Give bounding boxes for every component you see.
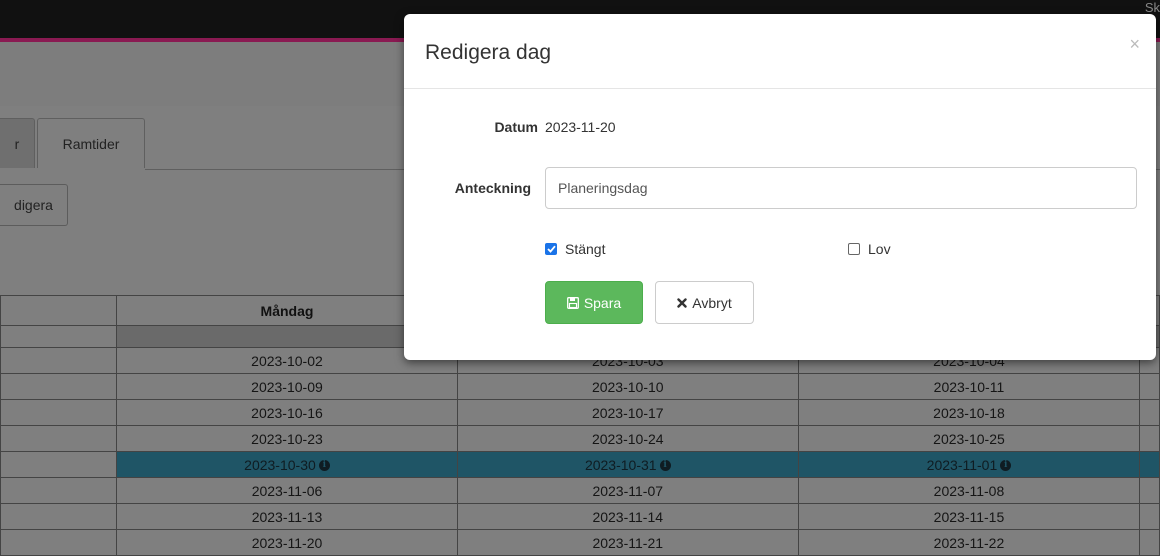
- date-text: 2023-10-25: [933, 430, 1005, 447]
- close-icon[interactable]: ×: [1129, 34, 1140, 55]
- date-text: 2023-10-23: [251, 430, 323, 447]
- x-icon: [677, 297, 687, 308]
- date-value: 2023-11-20: [545, 119, 616, 135]
- table-cell[interactable]: 2023-10-30 i: [116, 451, 458, 478]
- table-row: 2023-11-06 2023-11-07 2023-11-08: [0, 477, 1160, 504]
- table-cell[interactable]: 2023-10-18: [797, 399, 1141, 426]
- date-label: Datum: [494, 119, 538, 135]
- table-cell[interactable]: 2023-11-01 i: [797, 451, 1141, 478]
- modal-title: Redigera dag: [425, 41, 552, 64]
- table-row: 2023-10-23 2023-10-24 2023-10-25: [0, 425, 1160, 452]
- date-text: 2023-11-22: [933, 534, 1005, 551]
- table-cell: [1139, 399, 1160, 426]
- table-cell[interactable]: 2023-10-23: [116, 425, 458, 452]
- table-cell[interactable]: 2023-11-22: [797, 529, 1141, 556]
- tab-ramtider[interactable]: Ramtider: [37, 118, 145, 168]
- table-cell: [0, 451, 118, 478]
- table-row: 2023-11-20 2023-11-21 2023-11-22: [0, 529, 1160, 556]
- table-cell[interactable]: 2023-11-06: [116, 477, 458, 504]
- cancel-button[interactable]: Avbryt: [655, 281, 754, 324]
- checkbox-checked-icon[interactable]: [545, 243, 557, 255]
- table-cell: [0, 503, 118, 530]
- table-cell[interactable]: 2023-11-15: [797, 503, 1141, 530]
- date-text: 2023-10-16: [251, 404, 323, 421]
- table-cell[interactable]: 2023-10-25: [797, 425, 1141, 452]
- leave-label: Lov: [868, 241, 891, 257]
- date-text: 2023-11-20: [251, 534, 323, 551]
- checkbox-unchecked-icon[interactable]: [848, 243, 860, 255]
- table-cell[interactable]: 2023-11-20: [116, 529, 458, 556]
- date-text: 2023-11-14: [592, 508, 664, 525]
- date-text: 2023-10-31: [584, 456, 657, 473]
- date-text: 2023-10-18: [933, 404, 1005, 421]
- table-row: 2023-10-09 2023-10-10 2023-10-11: [0, 373, 1160, 400]
- table-cell: [0, 477, 118, 504]
- table-cell[interactable]: 2023-10-11: [797, 373, 1141, 400]
- table-cell[interactable]: 2023-10-09: [116, 373, 458, 400]
- table-row: 2023-10-16 2023-10-17 2023-10-18: [0, 399, 1160, 426]
- date-text: 2023-10-09: [251, 378, 323, 395]
- table-cell[interactable]: 2023-11-07: [456, 477, 799, 504]
- cancel-label: Avbryt: [692, 294, 732, 311]
- date-text: 2023-11-13: [251, 508, 323, 525]
- date-text: 2023-11-21: [592, 534, 664, 551]
- info-icon[interactable]: i: [318, 460, 330, 472]
- date-text: 2023-11-15: [933, 508, 1005, 525]
- date-text: 2023-11-01: [926, 456, 998, 473]
- table-cell[interactable]: 2023-10-16: [116, 399, 458, 426]
- table-cell: [0, 373, 118, 400]
- topbar-user-link[interactable]: Sk: [1145, 0, 1160, 15]
- table-cell: [1139, 529, 1160, 556]
- table-cell: [1139, 477, 1160, 504]
- tab-partial[interactable]: r: [0, 118, 35, 168]
- date-text: 2023-10-30: [244, 456, 316, 473]
- table-cell: [0, 529, 118, 556]
- table-row: 2023-10-30 i 2023-10-31 i 2023-11-01 i: [0, 451, 1160, 478]
- table-cell: [1139, 451, 1160, 478]
- floppy-disk-icon: [566, 296, 579, 309]
- note-input[interactable]: [545, 167, 1137, 209]
- note-label: Anteckning: [454, 180, 531, 196]
- modal-header: Redigera dag ×: [404, 14, 1156, 89]
- edit-day-modal: Redigera dag × Datum 2023-11-20 Anteckni…: [404, 14, 1156, 360]
- table-cell[interactable]: 2023-10-31 i: [456, 451, 799, 478]
- table-cell: [0, 399, 118, 426]
- date-text: 2023-11-06: [251, 482, 323, 499]
- table-cell: [1139, 503, 1160, 530]
- edit-button[interactable]: digera: [0, 184, 68, 226]
- subheader-cell: [0, 325, 118, 348]
- table-row: 2023-11-13 2023-11-14 2023-11-15: [0, 503, 1160, 530]
- save-button[interactable]: Spara: [545, 281, 643, 324]
- table-cell: [0, 347, 118, 374]
- info-icon[interactable]: i: [1000, 460, 1012, 472]
- date-text: 2023-10-02: [251, 352, 323, 369]
- date-text: 2023-10-10: [591, 378, 664, 395]
- column-header: [0, 295, 118, 326]
- table-cell: [0, 425, 118, 452]
- table-cell[interactable]: 2023-11-08: [797, 477, 1141, 504]
- table-cell[interactable]: 2023-10-17: [456, 399, 799, 426]
- date-text: 2023-10-24: [591, 430, 664, 447]
- save-label: Spara: [583, 294, 622, 311]
- date-text: 2023-10-11: [933, 378, 1005, 395]
- closed-checkbox[interactable]: Stängt: [545, 241, 605, 257]
- table-cell[interactable]: 2023-11-21: [456, 529, 799, 556]
- table-cell[interactable]: 2023-10-24: [456, 425, 799, 452]
- table-cell[interactable]: 2023-11-14: [456, 503, 799, 530]
- leave-checkbox[interactable]: Lov: [848, 241, 891, 257]
- info-icon[interactable]: i: [659, 460, 671, 472]
- date-text: 2023-11-08: [933, 482, 1005, 499]
- closed-label: Stängt: [565, 241, 606, 257]
- table-cell[interactable]: 2023-10-10: [456, 373, 799, 400]
- table-cell: [1139, 425, 1160, 452]
- date-text: 2023-11-07: [592, 482, 664, 499]
- table-cell: [1139, 373, 1160, 400]
- date-text: 2023-10-17: [591, 404, 664, 421]
- table-cell[interactable]: 2023-11-13: [116, 503, 458, 530]
